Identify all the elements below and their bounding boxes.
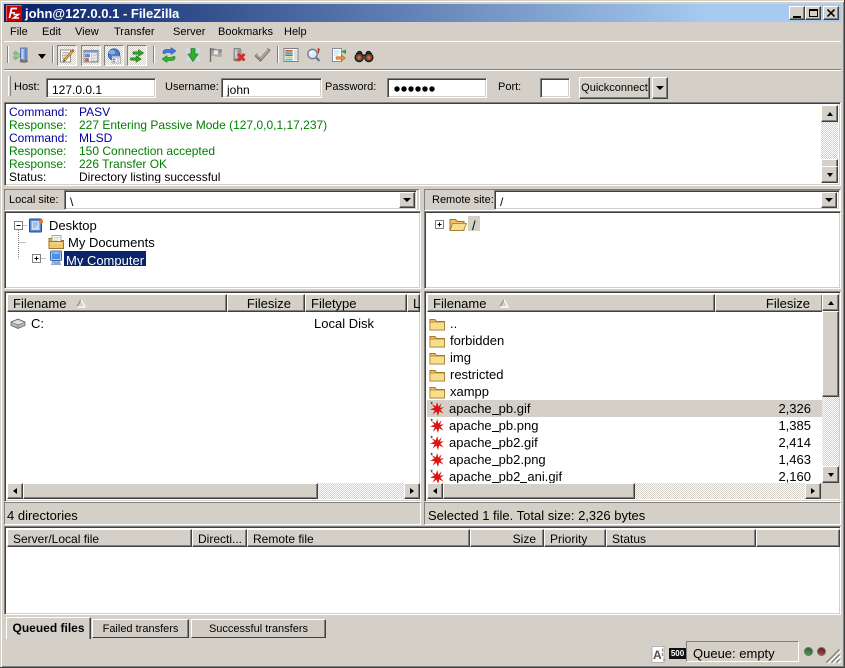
svg-text:A: A (653, 648, 662, 662)
